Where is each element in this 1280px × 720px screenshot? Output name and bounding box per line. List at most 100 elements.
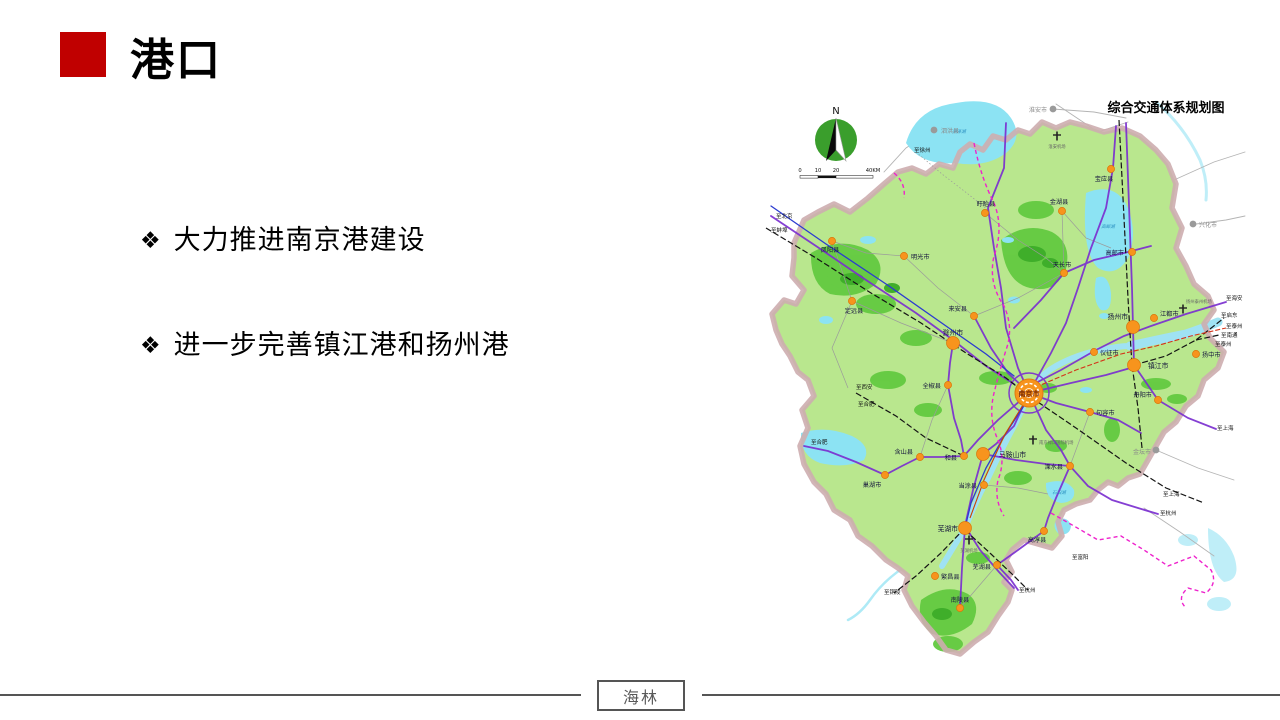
city-label: 句容市	[1096, 409, 1115, 417]
city-label: 扬中市	[1202, 351, 1221, 359]
city-dot	[1060, 269, 1067, 276]
city-dot	[1066, 462, 1073, 469]
external-city-label: 泗洪县	[941, 127, 959, 135]
city-dot	[970, 312, 977, 319]
footer-badge: 海林	[597, 680, 685, 711]
svg-text:N: N	[832, 106, 839, 117]
city-label: 南京市	[1019, 389, 1040, 398]
city: 南京市	[1015, 379, 1043, 407]
diamond-bullet-icon: ❖	[140, 329, 161, 363]
city-dot	[1127, 321, 1140, 334]
city-label: 江都市	[1160, 310, 1179, 318]
city-dot	[1128, 359, 1141, 372]
city-dot	[1040, 527, 1047, 534]
city-dot	[977, 448, 990, 461]
city-dot	[993, 561, 1000, 568]
bullet-item: ❖ 大力推进南京港建设	[140, 224, 426, 258]
city-dot	[931, 572, 938, 579]
compass-icon: N	[815, 106, 857, 161]
city-dot	[881, 471, 888, 478]
city-label: 南陵县	[951, 596, 970, 604]
city-label: 盱眙县	[977, 200, 996, 208]
city-dot	[848, 297, 855, 304]
edge-destination-label: 至杭州	[1019, 586, 1036, 594]
transport-planning-map: N 0 10 20 40KM 综合交通体系规划图 洪泽湖高邮湖石臼湖 至北京至蚌…	[756, 88, 1246, 676]
footer-divider-left	[0, 694, 581, 696]
footer-label: 海林	[623, 684, 659, 708]
airport-label: 扬州泰州机场	[1186, 298, 1212, 305]
edge-destination-label: 至上海	[1163, 490, 1180, 498]
edge-destination-label: 至富阳	[1072, 553, 1089, 561]
city-label: 马鞍山市	[999, 450, 1026, 459]
city: 句容市	[1086, 408, 1114, 417]
city-label: 丹阳市	[1133, 391, 1152, 399]
lake-label: 石臼湖	[1052, 490, 1067, 496]
city-dot	[900, 252, 907, 259]
city-label: 来安县	[948, 305, 967, 313]
city: 扬中市	[1192, 350, 1220, 359]
svg-text:40KM: 40KM	[866, 168, 880, 174]
city-dot	[980, 481, 987, 488]
footer-divider-right	[702, 694, 1280, 696]
map-canvas: N 0 10 20 40KM 综合交通体系规划图 洪泽湖高邮湖石臼湖 至北京至蚌…	[756, 88, 1246, 676]
city-label: 高淳县	[1028, 536, 1047, 544]
airport-label: 南京禄口国际机场	[1039, 439, 1074, 446]
city-dot	[944, 381, 951, 388]
city-label: 金湖县	[1050, 198, 1069, 206]
city-dot	[959, 522, 972, 535]
city-dot	[1107, 165, 1114, 172]
city-dot	[956, 604, 963, 611]
scale-bar: 0 10 20 40KM	[798, 168, 880, 178]
bullet-text: 进一步完善镇江港和扬州港	[174, 329, 510, 363]
city-dot	[1090, 348, 1097, 355]
airport-label: 淮安机场	[1048, 143, 1066, 150]
external-city-dot	[1190, 221, 1197, 228]
city-label: 和县	[945, 454, 957, 462]
edge-destination-label: 至海安	[1226, 294, 1243, 302]
city: 繁昌县	[931, 572, 959, 581]
edge-destination-label: 至泰州	[1215, 340, 1232, 348]
city-dot	[916, 453, 923, 460]
title-accent-square	[60, 32, 106, 77]
bullet-text: 大力推进南京港建设	[174, 224, 426, 258]
page-title: 港口	[130, 24, 222, 88]
edge-destination-label: 至南通	[1221, 331, 1238, 339]
edge-destination-label: 至合肥	[858, 400, 875, 408]
bullet-item: ❖ 进一步完善镇江港和扬州港	[140, 329, 510, 363]
external-city: 淮安市	[1029, 106, 1056, 114]
map-title: 综合交通体系规划图	[1107, 100, 1224, 116]
city-dot	[1058, 207, 1065, 214]
city-label: 仪征市	[1100, 349, 1119, 357]
city-dot	[828, 237, 835, 244]
svg-text:20: 20	[833, 168, 840, 174]
external-city-dot	[1153, 447, 1160, 454]
external-city-label: 兴化市	[1199, 221, 1217, 229]
city-label: 滁州市	[943, 328, 964, 337]
svg-text:0: 0	[798, 168, 801, 174]
city: 仪征市	[1090, 348, 1118, 357]
diamond-bullet-icon: ❖	[140, 224, 161, 258]
city-label: 含山县	[894, 448, 913, 456]
city-label: 芜湖市	[938, 524, 959, 533]
city: 明光市	[900, 252, 929, 261]
city: 全椒县	[922, 381, 951, 390]
city-label: 繁昌县	[941, 573, 960, 581]
external-city-dot	[931, 127, 938, 134]
city-label: 天长市	[1053, 261, 1072, 269]
city: 高邮市	[1105, 248, 1135, 257]
edge-destination-label: 至上海	[1217, 424, 1234, 432]
edge-destination-label: 至蚌埠	[771, 226, 788, 234]
city-label: 当涂县	[958, 482, 977, 490]
city-label: 凤阳县	[821, 246, 840, 254]
city-dot	[1128, 248, 1135, 255]
external-city: 兴化市	[1190, 221, 1217, 229]
city: 当涂县	[958, 481, 987, 490]
city-dot	[981, 209, 988, 216]
city-label: 扬州市	[1108, 312, 1129, 321]
edge-destination-label: 至泰州	[1226, 322, 1243, 330]
city-label: 镇江市	[1148, 361, 1169, 370]
city-label: 巢湖市	[863, 481, 882, 489]
city-label: 定远县	[845, 307, 864, 315]
airport-label: 芜湖机场	[960, 547, 978, 554]
city-label: 芜湖县	[972, 563, 991, 571]
